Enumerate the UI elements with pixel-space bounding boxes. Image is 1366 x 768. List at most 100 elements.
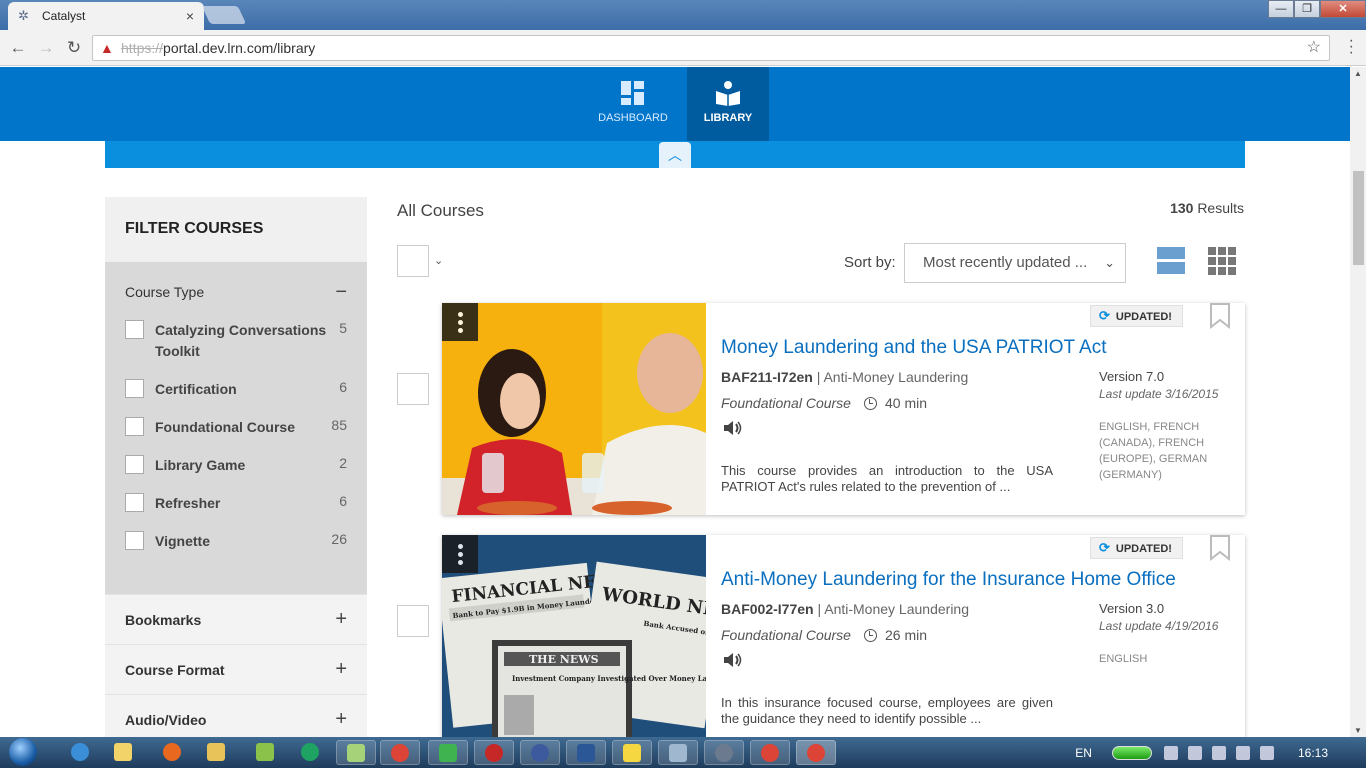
filter-option[interactable]: Library Game 2 — [125, 455, 347, 476]
app-icon[interactable] — [245, 740, 285, 765]
course-languages: ENGLISH — [1099, 653, 1148, 665]
nav-dashboard[interactable]: DASHBOARD — [592, 67, 674, 141]
course-thumbnail[interactable]: FINANCIAL NEWS Bank to Pay $1.9B in Mone… — [442, 535, 706, 737]
list-view-icon[interactable] — [1157, 247, 1185, 275]
app-icon[interactable] — [520, 740, 560, 765]
filter-option[interactable]: Refresher 6 — [125, 493, 347, 514]
course-checkbox[interactable] — [397, 605, 429, 637]
course-last-update: Last update 3/16/2015 — [1099, 387, 1219, 401]
app-icon[interactable] — [474, 740, 514, 765]
expand-plus-icon[interactable]: + — [335, 608, 347, 631]
updated-badge: ⟳ UPDATED! — [1090, 537, 1183, 559]
app-icon[interactable] — [612, 740, 652, 765]
expand-plus-icon[interactable]: + — [335, 708, 347, 731]
chevron-down-icon[interactable]: ⌄ — [434, 254, 443, 267]
course-description: This course provides an introduction to … — [721, 463, 1053, 494]
monitor-icon[interactable] — [1235, 745, 1250, 760]
course-card[interactable]: ⟳ UPDATED! Money Laundering and the USA P… — [442, 303, 1245, 515]
start-button[interactable] — [3, 737, 43, 768]
course-card[interactable]: FINANCIAL NEWS Bank to Pay $1.9B in Mone… — [442, 535, 1245, 737]
tray-arrow-icon[interactable] — [1187, 745, 1202, 760]
tab-close-icon[interactable]: × — [186, 8, 194, 24]
address-bar[interactable]: ▲ https://portal.dev.lrn.com/library ☆ — [92, 35, 1330, 61]
checkbox[interactable] — [125, 531, 144, 550]
scrollbar-thumb[interactable] — [1353, 171, 1364, 265]
checkbox[interactable] — [125, 493, 144, 512]
browser-tab[interactable]: ✲ Catalyst × — [8, 2, 204, 30]
more-options-icon[interactable] — [442, 303, 478, 341]
checkbox[interactable] — [125, 417, 144, 436]
volume-icon[interactable] — [1259, 745, 1274, 760]
app-icon[interactable] — [336, 740, 376, 765]
ie-icon[interactable] — [60, 740, 100, 765]
browser-menu-icon[interactable]: · · · — [1349, 33, 1354, 61]
flag-icon[interactable] — [1211, 745, 1226, 760]
app-icon[interactable] — [103, 740, 143, 765]
course-type-header[interactable]: Course Type − — [125, 274, 347, 310]
minimize-button[interactable]: — — [1268, 0, 1294, 18]
course-version: Version 3.0 — [1099, 601, 1165, 616]
duration-value: 40 min — [885, 395, 928, 411]
checkbox[interactable] — [125, 455, 144, 474]
course-thumbnail[interactable] — [442, 303, 706, 515]
forward-icon[interactable]: → — [36, 38, 56, 58]
bookmarks-section[interactable]: Bookmarks + — [105, 594, 367, 644]
app-icon[interactable] — [658, 740, 698, 765]
course-title[interactable]: Money Laundering and the USA PATRIOT Act — [721, 337, 1107, 359]
course-title[interactable]: Anti-Money Laundering for the Insurance … — [721, 569, 1176, 591]
course-languages: ENGLISH, FRENCH (CANADA), FRENCH (EUROPE… — [1099, 421, 1208, 481]
nav-library[interactable]: LIBRARY — [687, 67, 769, 141]
app-icon[interactable] — [428, 740, 468, 765]
checkbox[interactable] — [125, 379, 144, 398]
audio-video-section[interactable]: Audio/Video + — [105, 694, 367, 737]
more-options-icon[interactable] — [442, 535, 478, 573]
filter-option[interactable]: Certification 6 — [125, 379, 347, 400]
hangouts-icon[interactable] — [290, 740, 330, 765]
bookmark-star-icon[interactable]: ☆ — [1307, 36, 1321, 60]
results-count: 130 Results — [1170, 200, 1244, 216]
explorer-icon[interactable] — [196, 740, 236, 765]
chrome-icon[interactable] — [750, 740, 790, 765]
app-icon[interactable] — [704, 740, 744, 765]
scroll-down-icon[interactable]: ▼ — [1350, 726, 1366, 735]
system-tray: EN 16:13 — [1075, 737, 1366, 768]
tab-title: Catalyst — [42, 9, 86, 23]
chrome-icon-active[interactable] — [796, 740, 836, 765]
sort-select[interactable]: Most recently updated ... ⌄ — [904, 243, 1126, 283]
chrome-icon[interactable] — [380, 740, 420, 765]
page-scrollbar[interactable]: ▲ ▼ — [1350, 67, 1366, 737]
bookmark-icon[interactable] — [1209, 303, 1231, 329]
course-format-section[interactable]: Course Format + — [105, 644, 367, 694]
maximize-button[interactable]: ❐ — [1294, 0, 1320, 18]
scroll-up-icon[interactable]: ▲ — [1350, 69, 1366, 78]
section-label: Bookmarks — [125, 611, 202, 628]
course-checkbox[interactable] — [397, 373, 429, 405]
filter-option[interactable]: Foundational Course 85 — [125, 417, 347, 438]
chevron-up-icon[interactable]: ︿ — [659, 142, 691, 168]
course-code: BAF002-I77en — [721, 601, 814, 617]
bookmark-icon[interactable] — [1209, 535, 1231, 561]
select-all-checkbox[interactable] — [397, 245, 429, 277]
collapse-minus-icon[interactable]: − — [335, 281, 347, 304]
filter-option-count: 5 — [339, 320, 347, 336]
back-icon[interactable]: ← — [8, 38, 28, 58]
clock[interactable]: 16:13 — [1298, 746, 1328, 760]
catalyst-favicon-icon: ✲ — [18, 8, 29, 23]
firefox-icon[interactable] — [152, 740, 192, 765]
battery-icon[interactable] — [1111, 745, 1152, 760]
filter-option[interactable]: Vignette 26 — [125, 531, 347, 552]
results-label: Results — [1197, 200, 1244, 216]
reload-icon[interactable]: ↻ — [64, 38, 84, 58]
course-duration: 40 min — [864, 395, 927, 411]
new-tab-button[interactable] — [201, 6, 247, 24]
language-indicator[interactable]: EN — [1075, 746, 1092, 760]
close-window-button[interactable]: ✕ — [1320, 0, 1366, 18]
grid-view-icon[interactable] — [1208, 247, 1236, 275]
window-controls: — ❐ ✕ — [1268, 0, 1366, 18]
checkbox[interactable] — [125, 320, 144, 339]
network-icon[interactable] — [1163, 745, 1178, 760]
filter-option[interactable]: Catalyzing Conversations Toolkit 5 — [125, 320, 347, 362]
expand-plus-icon[interactable]: + — [335, 658, 347, 681]
filter-heading: FILTER COURSES — [105, 197, 367, 262]
word-icon[interactable] — [566, 740, 606, 765]
